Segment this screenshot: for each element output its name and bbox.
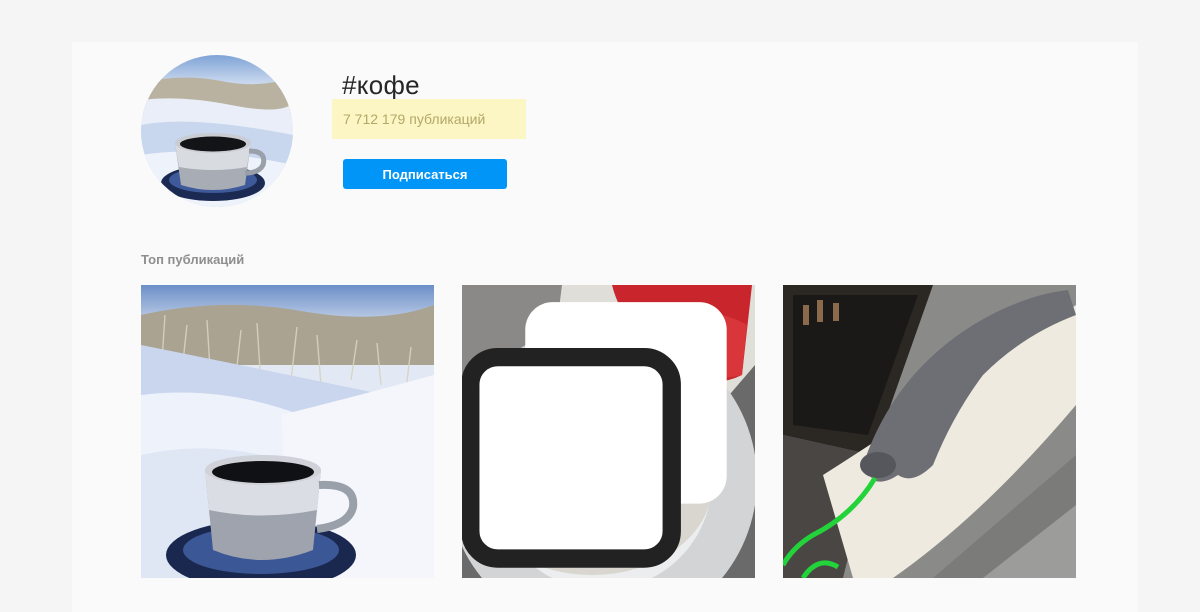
top-post-1[interactable] bbox=[141, 285, 434, 578]
top-post-2[interactable] bbox=[462, 285, 755, 578]
hashtag-avatar bbox=[141, 55, 293, 207]
hashtag-title: #кофе bbox=[342, 70, 420, 100]
top-posts-title: Топ публикаций bbox=[141, 252, 245, 267]
post-count-label: публикаций bbox=[409, 111, 486, 127]
post-count: 7 712 179 публикаций bbox=[343, 111, 485, 127]
post-count-number: 7 712 179 bbox=[343, 111, 406, 127]
multiple-photos-icon bbox=[462, 302, 727, 568]
top-post-3[interactable] bbox=[783, 285, 1076, 578]
follow-button[interactable]: Подписаться bbox=[343, 159, 507, 189]
